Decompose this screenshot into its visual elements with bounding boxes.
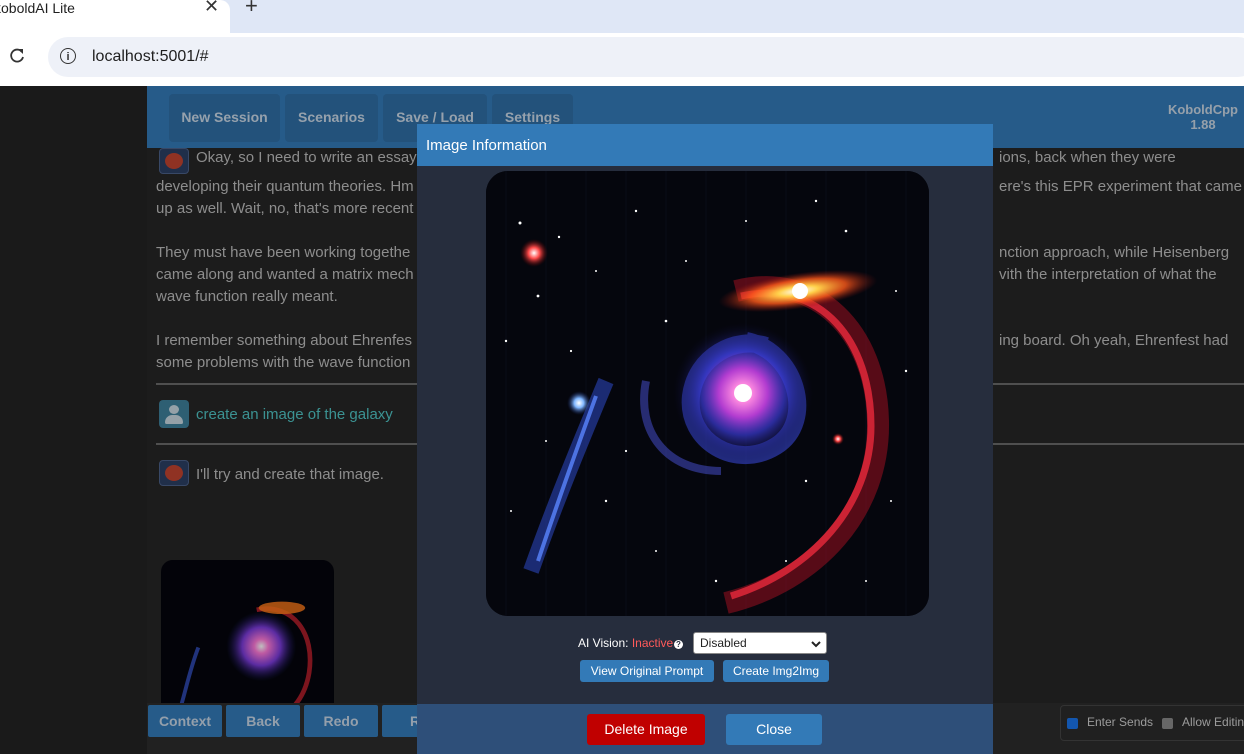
modal-header: Image Information [417, 124, 993, 166]
galaxy-image [486, 171, 929, 616]
reload-icon[interactable] [8, 47, 26, 65]
browser-toolbar: i localhost:5001/# [0, 33, 1244, 86]
create-img2img-button[interactable]: Create Img2Img [723, 660, 829, 682]
modal-title: Image Information [426, 137, 547, 154]
ai-vision-status: Inactive [631, 636, 674, 650]
ai-vision-label: AI Vision: Inactive [578, 636, 673, 650]
view-original-prompt-button[interactable]: View Original Prompt [580, 660, 714, 682]
new-tab-icon[interactable]: + [245, 0, 258, 19]
modal-footer: Delete Image Close [417, 704, 993, 754]
url-text[interactable]: localhost:5001/# [92, 48, 209, 66]
address-bar[interactable]: i localhost:5001/# [48, 37, 1244, 77]
ai-vision-label-text: AI Vision: [578, 636, 632, 650]
browser-tabstrip: koboldAI Lite ✕ + [0, 0, 1244, 33]
ai-vision-select-value: Disabled [700, 636, 747, 650]
help-icon[interactable]: ? [674, 640, 683, 649]
tab-close-icon[interactable]: ✕ [204, 0, 219, 17]
ai-vision-row: AI Vision: Inactive ? Disabled [417, 630, 993, 656]
delete-image-button[interactable]: Delete Image [587, 714, 705, 745]
ai-vision-select[interactable]: Disabled [693, 632, 827, 654]
browser-tab[interactable]: koboldAI Lite ✕ [0, 0, 230, 33]
image-info-modal: Image Information AI Vision: Inactive ? … [417, 124, 993, 754]
chevron-down-icon [811, 641, 821, 648]
tab-title: koboldAI Lite [0, 0, 75, 16]
close-button[interactable]: Close [726, 714, 822, 745]
page-margin [0, 86, 147, 754]
site-info-icon[interactable]: i [60, 48, 76, 64]
